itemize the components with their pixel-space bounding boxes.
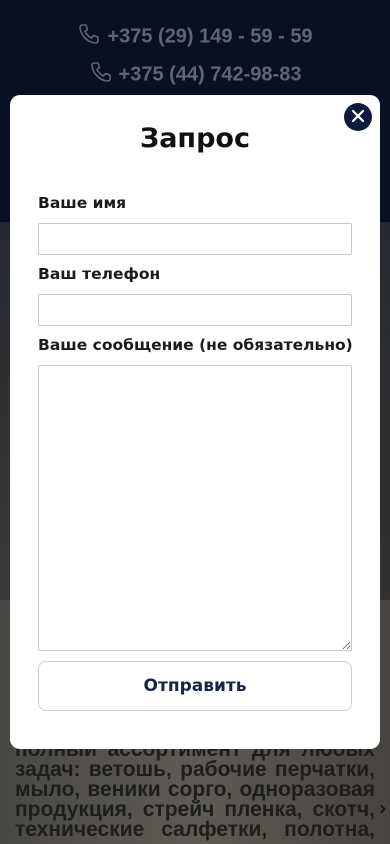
background-text-line: мыло, веники сорго, одноразовая <box>15 778 375 801</box>
header-phone-1-text: +375 (29) 149 - 59 - 59 <box>107 25 313 48</box>
phone-icon <box>77 22 101 52</box>
message-textarea[interactable] <box>38 365 352 651</box>
phone-icon <box>89 60 113 90</box>
request-modal: Запрос Ваше имя Ваш телефон Ваше сообщен… <box>10 95 380 749</box>
name-input[interactable] <box>38 223 352 255</box>
chevron-right-icon[interactable]: › <box>379 796 387 820</box>
phone-label: Ваш телефон <box>38 265 161 283</box>
message-label: Ваше сообщение (не обязательно) <box>38 336 353 354</box>
background-text-line: задач: ветошь, рабочие перчатки, <box>15 758 375 781</box>
phone-input[interactable] <box>38 294 352 326</box>
background-text-line: продукция, стрейч пленка, скотч, <box>15 798 375 821</box>
background-text-line: технические салфетки, полотна, <box>15 818 375 841</box>
header-phone-2-text: +375 (44) 742-98-83 <box>118 63 302 86</box>
modal-title: Запрос <box>140 123 250 154</box>
header-phone-2[interactable]: +375 (44) 742-98-83 <box>0 60 390 90</box>
header-phone-1[interactable]: +375 (29) 149 - 59 - 59 <box>0 22 390 52</box>
background-description-text: полный ассортимент для любых задач: вето… <box>15 739 375 841</box>
submit-button[interactable]: Отправить <box>38 661 352 711</box>
name-label: Ваше имя <box>38 194 127 212</box>
